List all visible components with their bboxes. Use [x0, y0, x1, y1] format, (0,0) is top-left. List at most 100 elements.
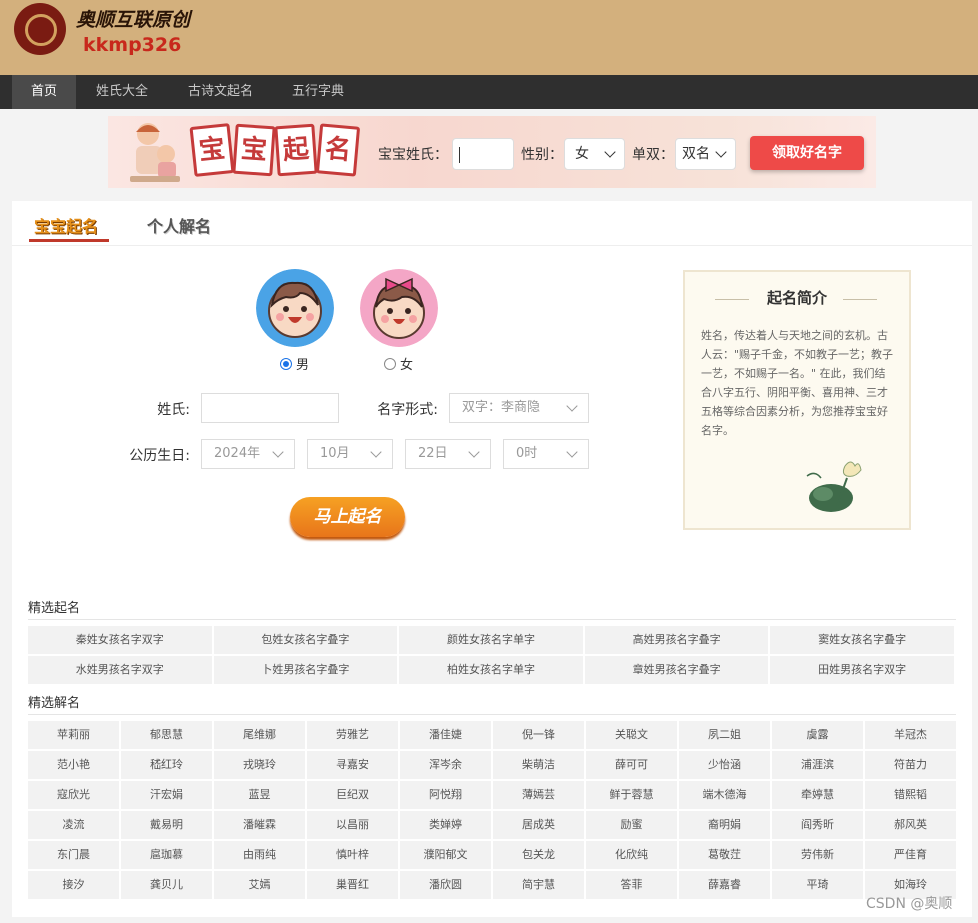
start-naming-button[interactable]: 马上起名: [290, 497, 405, 537]
tab-name-interpretation[interactable]: 个人解名: [147, 213, 211, 237]
nav-item-surnames[interactable]: 姓氏大全: [96, 75, 148, 109]
interp-name-link[interactable]: 嵇红玲: [121, 751, 212, 779]
interp-name-link[interactable]: 简宇慧: [493, 871, 584, 899]
interp-name-link[interactable]: 薛嘉睿: [679, 871, 770, 899]
interp-name-link[interactable]: 鲜于蓉慧: [586, 781, 677, 809]
interp-name-link[interactable]: 答菲: [586, 871, 677, 899]
interp-name-link[interactable]: 薛可可: [586, 751, 677, 779]
interp-name-link[interactable]: 类婵婷: [400, 811, 491, 839]
interp-name-link[interactable]: 巨纪双: [307, 781, 398, 809]
interp-name-link[interactable]: 戴易明: [121, 811, 212, 839]
month-select[interactable]: 10月: [307, 439, 393, 469]
interp-name-link[interactable]: 劳伟新: [772, 841, 863, 869]
chevron-down-icon: [715, 146, 727, 158]
interp-name-link[interactable]: 蓝昱: [214, 781, 305, 809]
interp-name-link[interactable]: 浑岑余: [400, 751, 491, 779]
interp-name-link[interactable]: 励蜜: [586, 811, 677, 839]
interp-name-link[interactable]: 阎秀昕: [772, 811, 863, 839]
banner-surname-input[interactable]: [452, 138, 514, 170]
banner-surname-label: 宝宝姓氏：: [378, 147, 448, 163]
main-nav: 首页 姓氏大全 古诗文起名 五行字典: [0, 75, 978, 109]
interp-name-link[interactable]: 艾嫣: [214, 871, 305, 899]
selected-name-link[interactable]: 田姓男孩名字双字: [770, 656, 954, 684]
girl-face-icon[interactable]: [360, 269, 438, 347]
interp-name-link[interactable]: 符苗力: [865, 751, 956, 779]
interp-name-link[interactable]: 汗宏娟: [121, 781, 212, 809]
interp-name-link[interactable]: 劳雅艺: [307, 721, 398, 749]
interp-name-link[interactable]: 化欣纯: [586, 841, 677, 869]
interp-name-link[interactable]: 潘佳婕: [400, 721, 491, 749]
name-type-select[interactable]: 双字：李商隐: [449, 393, 589, 423]
interp-name-link[interactable]: 凌流: [28, 811, 119, 839]
selected-name-link[interactable]: 包姓女孩名字叠字: [213, 626, 398, 654]
nav-item-home[interactable]: 首页: [12, 75, 76, 109]
interp-name-link[interactable]: 郝风英: [865, 811, 956, 839]
interp-name-link[interactable]: 夙二姐: [679, 721, 770, 749]
interp-name-link[interactable]: 戎晓玲: [214, 751, 305, 779]
interp-name-link[interactable]: 以昌丽: [307, 811, 398, 839]
selected-name-link[interactable]: 高姓男孩名字叠字: [584, 626, 769, 654]
interp-name-link[interactable]: 严佳育: [865, 841, 956, 869]
interp-name-link[interactable]: 濮阳郁文: [400, 841, 491, 869]
interp-name-link[interactable]: 羊冠杰: [865, 721, 956, 749]
section-divider: [28, 714, 956, 715]
radio-unchecked-icon: [384, 358, 396, 370]
selected-name-link[interactable]: 柏姓女孩名字单字: [399, 656, 583, 684]
interp-name-link[interactable]: 尾维娜: [214, 721, 305, 749]
interp-name-link[interactable]: 柴萌洁: [493, 751, 584, 779]
interp-name-link[interactable]: 端木德海: [679, 781, 770, 809]
interp-name-link[interactable]: 巢晋红: [307, 871, 398, 899]
interp-name-link[interactable]: 龚贝儿: [121, 871, 212, 899]
interp-name-link[interactable]: 薄嫣芸: [493, 781, 584, 809]
interp-name-link[interactable]: 裔明娟: [679, 811, 770, 839]
interp-name-link[interactable]: 寇欣光: [28, 781, 119, 809]
interp-name-link[interactable]: 包关龙: [493, 841, 584, 869]
interp-name-link[interactable]: 关聪文: [586, 721, 677, 749]
lotus-illustration-icon: [806, 461, 862, 512]
interp-name-link[interactable]: 阿悦翔: [400, 781, 491, 809]
interp-name-link[interactable]: 错熙韬: [865, 781, 956, 809]
selected-name-link[interactable]: 卜姓男孩名字叠字: [213, 656, 398, 684]
interp-name-link[interactable]: 东门晨: [28, 841, 119, 869]
interp-name-link[interactable]: 范小艳: [28, 751, 119, 779]
get-name-button[interactable]: 领取好名字: [750, 136, 864, 170]
title-rule-right: [843, 299, 877, 300]
interp-name-link[interactable]: 慎叶梓: [307, 841, 398, 869]
interp-name-link[interactable]: 苹莉丽: [28, 721, 119, 749]
interp-name-link[interactable]: 寻嘉安: [307, 751, 398, 779]
banner-type-select[interactable]: 双名: [675, 138, 736, 170]
interp-name-link[interactable]: 由雨纯: [214, 841, 305, 869]
interp-name-link[interactable]: 少怡涵: [679, 751, 770, 779]
tab-baby-naming[interactable]: 宝宝起名: [34, 213, 98, 237]
interp-name-link[interactable]: 牵婷慧: [772, 781, 863, 809]
interp-name-link[interactable]: 接汐: [28, 871, 119, 899]
selected-names-grid: 秦姓女孩名字双字 包姓女孩名字叠字 颜姓女孩名字单字 高姓男孩名字叠字 窦姓女孩名字叠字…: [28, 626, 954, 684]
gender-female-radio[interactable]: 女: [384, 354, 413, 373]
selected-name-link[interactable]: 章姓男孩名字叠字: [584, 656, 769, 684]
nav-item-five-elements[interactable]: 五行字典: [292, 75, 344, 109]
banner-gender-select[interactable]: 女: [564, 138, 625, 170]
interp-name-link[interactable]: 浦涯滨: [772, 751, 863, 779]
interp-name-link[interactable]: 潘皠霖: [214, 811, 305, 839]
interp-name-link[interactable]: 葛敬茳: [679, 841, 770, 869]
selected-name-link[interactable]: 水姓男孩名字双字: [28, 656, 212, 684]
day-select[interactable]: 22日: [405, 439, 491, 469]
interp-name-link[interactable]: 扈珈慕: [121, 841, 212, 869]
interp-name-link[interactable]: 居成英: [493, 811, 584, 839]
year-select[interactable]: 2024年: [201, 439, 295, 469]
selected-name-link[interactable]: 颜姓女孩名字单字: [399, 626, 583, 654]
selected-name-link[interactable]: 秦姓女孩名字双字: [28, 626, 212, 654]
interp-name-link[interactable]: 潘欣圆: [400, 871, 491, 899]
boy-face-icon[interactable]: [256, 269, 334, 347]
gender-male-radio[interactable]: 男: [280, 354, 309, 373]
hour-select[interactable]: 0时: [503, 439, 589, 469]
naming-banner: 宝 宝 起 名 宝宝姓氏： 性别： 女 单双： 双名 领取好名字: [108, 116, 876, 188]
surname-input[interactable]: [201, 393, 339, 423]
logo-icon[interactable]: [14, 3, 66, 55]
interp-name-link[interactable]: 郁思慧: [121, 721, 212, 749]
interp-name-link[interactable]: 虞露: [772, 721, 863, 749]
selected-name-link[interactable]: 窦姓女孩名字叠字: [770, 626, 954, 654]
nav-item-poetry-naming[interactable]: 古诗文起名: [188, 75, 253, 109]
interp-name-link[interactable]: 倪一锋: [493, 721, 584, 749]
interp-name-link[interactable]: 平琦: [772, 871, 863, 899]
